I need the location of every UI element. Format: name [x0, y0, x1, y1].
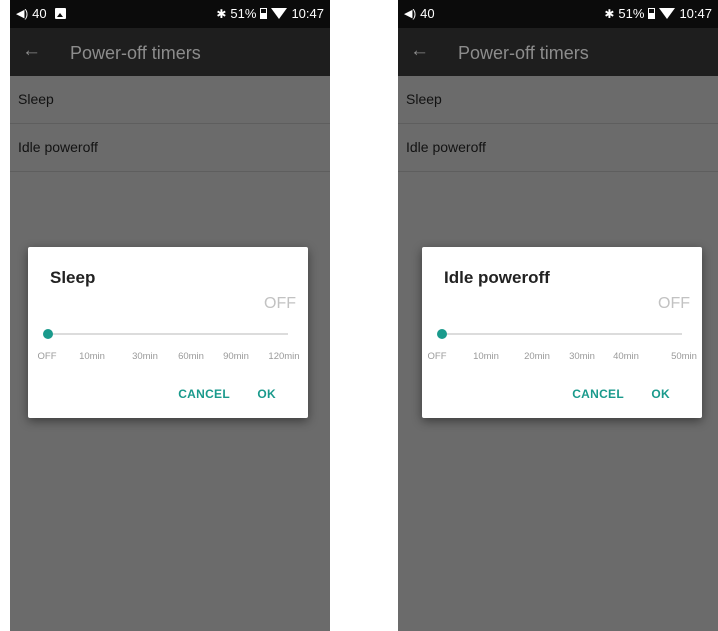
ok-button[interactable]: OK	[257, 387, 276, 401]
slider-track[interactable]	[442, 333, 682, 335]
image-icon	[54, 8, 66, 19]
back-arrow-icon[interactable]: ←	[22, 40, 41, 62]
app-bar: ← Power-off timers	[398, 28, 718, 76]
page-title: Power-off timers	[458, 43, 589, 63]
idle-poweroff-dialog: Idle poweroff OFF OFF 10min 20min 30min …	[422, 247, 702, 418]
dialog-title: Sleep	[50, 268, 96, 287]
slider-thumb[interactable]	[43, 329, 53, 339]
phone-screen-sleep: ◀) 40 ✱ 51% 10:47 ← Power-off timers Sle…	[10, 0, 330, 631]
status-bar-left: ◀) 40	[16, 6, 66, 21]
clock: 10:47	[291, 6, 324, 21]
volume-icon: ◀)	[16, 8, 29, 20]
volume-icon: ◀)	[404, 8, 417, 20]
phone-screen-idle-poweroff: ◀) 40 ✱ 51% 10:47 ← Power-off timers Sle…	[398, 0, 718, 631]
app-bar: ← Power-off timers	[10, 28, 330, 76]
list-item-sleep[interactable]: Sleep	[398, 76, 718, 124]
settings-list: Sleep Idle poweroff	[398, 76, 718, 172]
sleep-dialog: Sleep OFF OFF 10min 30min 60min 90min 12…	[28, 247, 308, 418]
tick-label: 60min	[178, 351, 204, 362]
tick-label: 30min	[132, 351, 158, 362]
tick-label: 40min	[613, 351, 639, 362]
bluetooth-icon: ✱	[216, 6, 227, 21]
battery-icon	[260, 8, 268, 19]
status-bar-right: ✱ 51% 10:47	[604, 6, 712, 21]
slider-track[interactable]	[48, 333, 288, 335]
wifi-icon	[659, 8, 676, 19]
tick-label: 30min	[569, 351, 595, 362]
slider-tick-labels: OFF 10min 30min 60min 90min 120min	[28, 351, 308, 365]
list-item-sleep[interactable]: Sleep	[10, 76, 330, 124]
slider-value: OFF	[658, 295, 690, 312]
tick-label: 10min	[79, 351, 105, 362]
list-item-idle-poweroff[interactable]: Idle poweroff	[398, 124, 718, 172]
battery-percent: 51%	[230, 6, 257, 21]
tick-label: 50min	[671, 351, 697, 362]
dialog-title: Idle poweroff	[444, 268, 550, 287]
volume-level: 40	[32, 6, 47, 21]
page-title: Power-off timers	[70, 43, 201, 63]
wifi-icon	[271, 8, 288, 19]
tick-label: 10min	[473, 351, 499, 362]
slider-value: OFF	[264, 295, 296, 312]
ok-button[interactable]: OK	[651, 387, 670, 401]
tick-label: OFF	[427, 351, 447, 362]
bluetooth-icon: ✱	[604, 6, 615, 21]
back-arrow-icon[interactable]: ←	[410, 40, 429, 62]
tick-label: 120min	[268, 351, 300, 362]
tick-label: 90min	[223, 351, 249, 362]
battery-icon	[648, 8, 656, 19]
clock: 10:47	[679, 6, 712, 21]
status-bar-left: ◀) 40	[404, 6, 435, 21]
tick-label: 20min	[524, 351, 550, 362]
slider-tick-labels: OFF 10min 20min 30min 40min 50min	[422, 351, 702, 365]
volume-level: 40	[420, 6, 435, 21]
list-item-idle-poweroff[interactable]: Idle poweroff	[10, 124, 330, 172]
settings-list: Sleep Idle poweroff	[10, 76, 330, 172]
cancel-button[interactable]: CANCEL	[572, 387, 624, 401]
cancel-button[interactable]: CANCEL	[178, 387, 230, 401]
tick-label: OFF	[37, 351, 57, 362]
status-bar: ◀) 40 ✱ 51% 10:47	[10, 0, 330, 28]
status-bar-right: ✱ 51% 10:47	[216, 6, 324, 21]
slider-thumb[interactable]	[437, 329, 447, 339]
battery-percent: 51%	[618, 6, 645, 21]
status-bar: ◀) 40 ✱ 51% 10:47	[398, 0, 718, 28]
